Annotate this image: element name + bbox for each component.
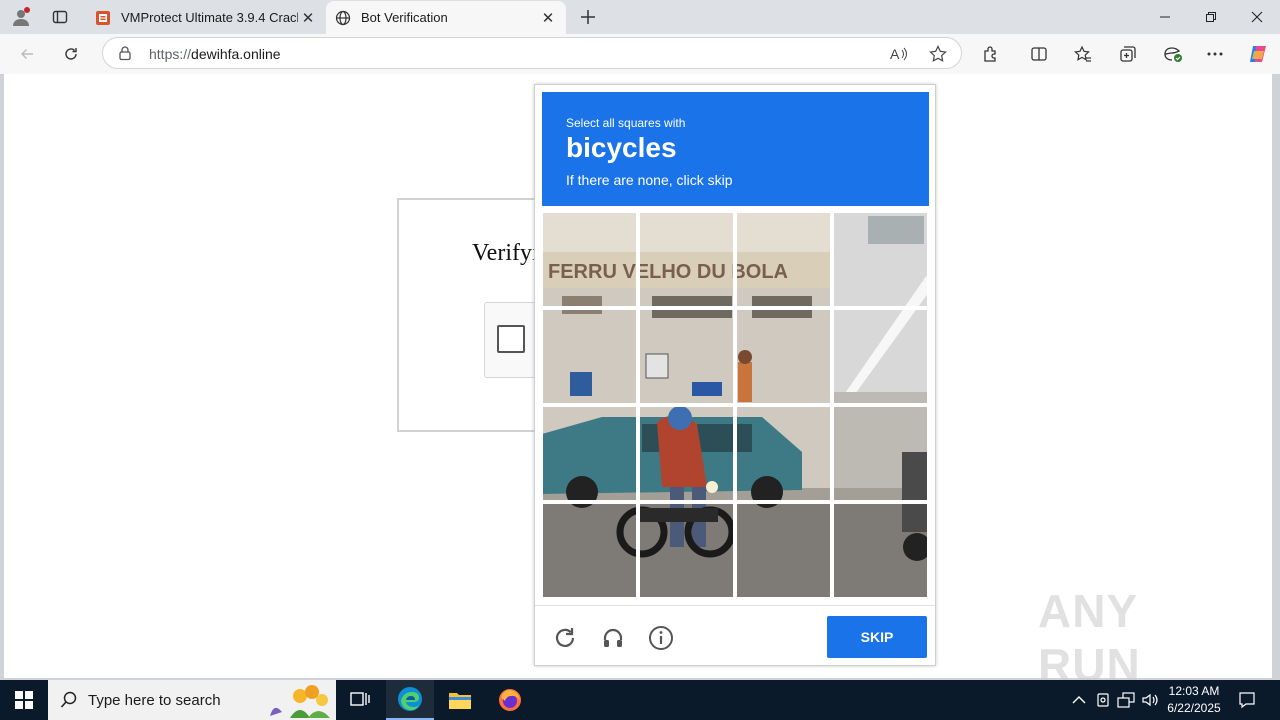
captcha-challenge-popup: Select all squares with bicycles If ther…: [534, 84, 936, 666]
grid-tile[interactable]: [638, 308, 735, 405]
search-highlight-flowers-icon: [260, 682, 334, 720]
search-placeholder: Type here to search: [88, 692, 221, 709]
windows-taskbar: Type here to search 12:03 AM 6/22/2025: [0, 680, 1280, 720]
tab-title: Bot Verification: [361, 10, 448, 25]
svg-text:A: A: [890, 46, 900, 62]
audio-challenge-icon[interactable]: [599, 624, 627, 652]
taskbar-search-box[interactable]: Type here to search: [48, 680, 336, 720]
network-icon[interactable]: [1117, 691, 1135, 709]
grid-tile[interactable]: [638, 502, 735, 599]
volume-icon[interactable]: [1141, 691, 1159, 709]
firefox-icon[interactable]: [486, 680, 534, 720]
globe-icon: [334, 9, 352, 27]
challenge-target-word: bicycles: [566, 132, 677, 163]
captcha-checkbox[interactable]: [497, 325, 525, 353]
site-info-lock-icon[interactable]: [117, 45, 133, 66]
system-clock[interactable]: 12:03 AM 6/22/2025: [1162, 683, 1226, 717]
grid-tile[interactable]: [542, 502, 638, 599]
challenge-prompt-small: Select all squares with: [566, 116, 686, 130]
extensions-icon[interactable]: [976, 40, 1006, 68]
grid-tile[interactable]: [542, 212, 638, 308]
grid-tile[interactable]: [638, 405, 735, 502]
split-screen-icon[interactable]: [1024, 40, 1054, 68]
edge-taskbar-icon[interactable]: [386, 680, 434, 720]
grid-tile[interactable]: [832, 308, 929, 405]
favorites-icon[interactable]: [1068, 40, 1098, 68]
challenge-header: Select all squares with bicycles If ther…: [542, 92, 929, 206]
grid-tile[interactable]: [832, 405, 929, 502]
copilot-icon[interactable]: [1243, 40, 1273, 68]
close-window-icon[interactable]: [1234, 0, 1280, 34]
browser-tab-bar: VMProtect Ultimate 3.9.4 Crack w ✕ Bot V…: [0, 0, 1280, 34]
device-icon[interactable]: [1094, 691, 1112, 709]
grid-tile[interactable]: [542, 308, 638, 405]
watermark-text: ANY RUN: [1038, 585, 1141, 691]
anyrun-watermark: ANY RUN: [1038, 585, 1238, 691]
tab-bot-verification[interactable]: Bot Verification ✕: [326, 1, 566, 34]
favorite-star-icon[interactable]: [928, 44, 948, 64]
skip-button[interactable]: SKIP: [827, 616, 927, 658]
profile-icon[interactable]: [8, 5, 34, 29]
url-text: https://dewihfa.online: [149, 46, 281, 62]
challenge-footer: SKIP: [535, 605, 935, 665]
refresh-icon[interactable]: [56, 40, 86, 68]
vmprotect-icon: [94, 9, 112, 27]
more-options-icon[interactable]: [1200, 40, 1230, 68]
show-hidden-icons-chevron-up-icon[interactable]: [1070, 691, 1088, 709]
address-bar[interactable]: https://dewihfa.online A: [102, 37, 962, 69]
grid-tile[interactable]: [735, 502, 832, 599]
browser-essentials-icon[interactable]: [1158, 40, 1188, 68]
collections-icon[interactable]: [1113, 40, 1143, 68]
tab-close-icon[interactable]: ✕: [298, 9, 318, 27]
tab-close-icon[interactable]: ✕: [538, 9, 558, 27]
clock-time: 12:03 AM: [1168, 684, 1220, 698]
clock-date: 6/22/2025: [1167, 701, 1221, 715]
notification-center-icon[interactable]: [1238, 691, 1256, 709]
minimize-icon[interactable]: [1142, 0, 1188, 34]
restore-icon[interactable]: [1188, 0, 1234, 34]
grid-tile[interactable]: [832, 502, 929, 599]
tab-title: VMProtect Ultimate 3.9.4 Crack w: [121, 10, 298, 25]
new-tab-icon[interactable]: [575, 5, 601, 29]
task-view-icon[interactable]: [336, 680, 384, 720]
grid-tile[interactable]: [735, 212, 832, 308]
back-icon[interactable]: [12, 40, 42, 68]
tab-vmprotect[interactable]: VMProtect Ultimate 3.9.4 Crack w ✕: [86, 1, 326, 34]
info-icon[interactable]: [647, 624, 675, 652]
read-aloud-icon[interactable]: A: [889, 44, 909, 64]
tab-actions-icon[interactable]: [47, 5, 73, 29]
grid-tile[interactable]: [542, 405, 638, 502]
grid-tile[interactable]: [638, 212, 735, 308]
search-icon: [60, 691, 78, 714]
challenge-image-grid: FERRU VELHO DU BOLA: [542, 212, 929, 599]
browser-toolbar: https://dewihfa.online A: [0, 34, 1280, 74]
grid-tile[interactable]: [735, 405, 832, 502]
reload-challenge-icon[interactable]: [551, 624, 579, 652]
windows-start-icon[interactable]: [0, 680, 48, 720]
challenge-instruction: If there are none, click skip: [566, 172, 733, 188]
grid-tile[interactable]: [832, 212, 929, 308]
file-explorer-icon[interactable]: [436, 680, 484, 720]
grid-tile[interactable]: [735, 308, 832, 405]
